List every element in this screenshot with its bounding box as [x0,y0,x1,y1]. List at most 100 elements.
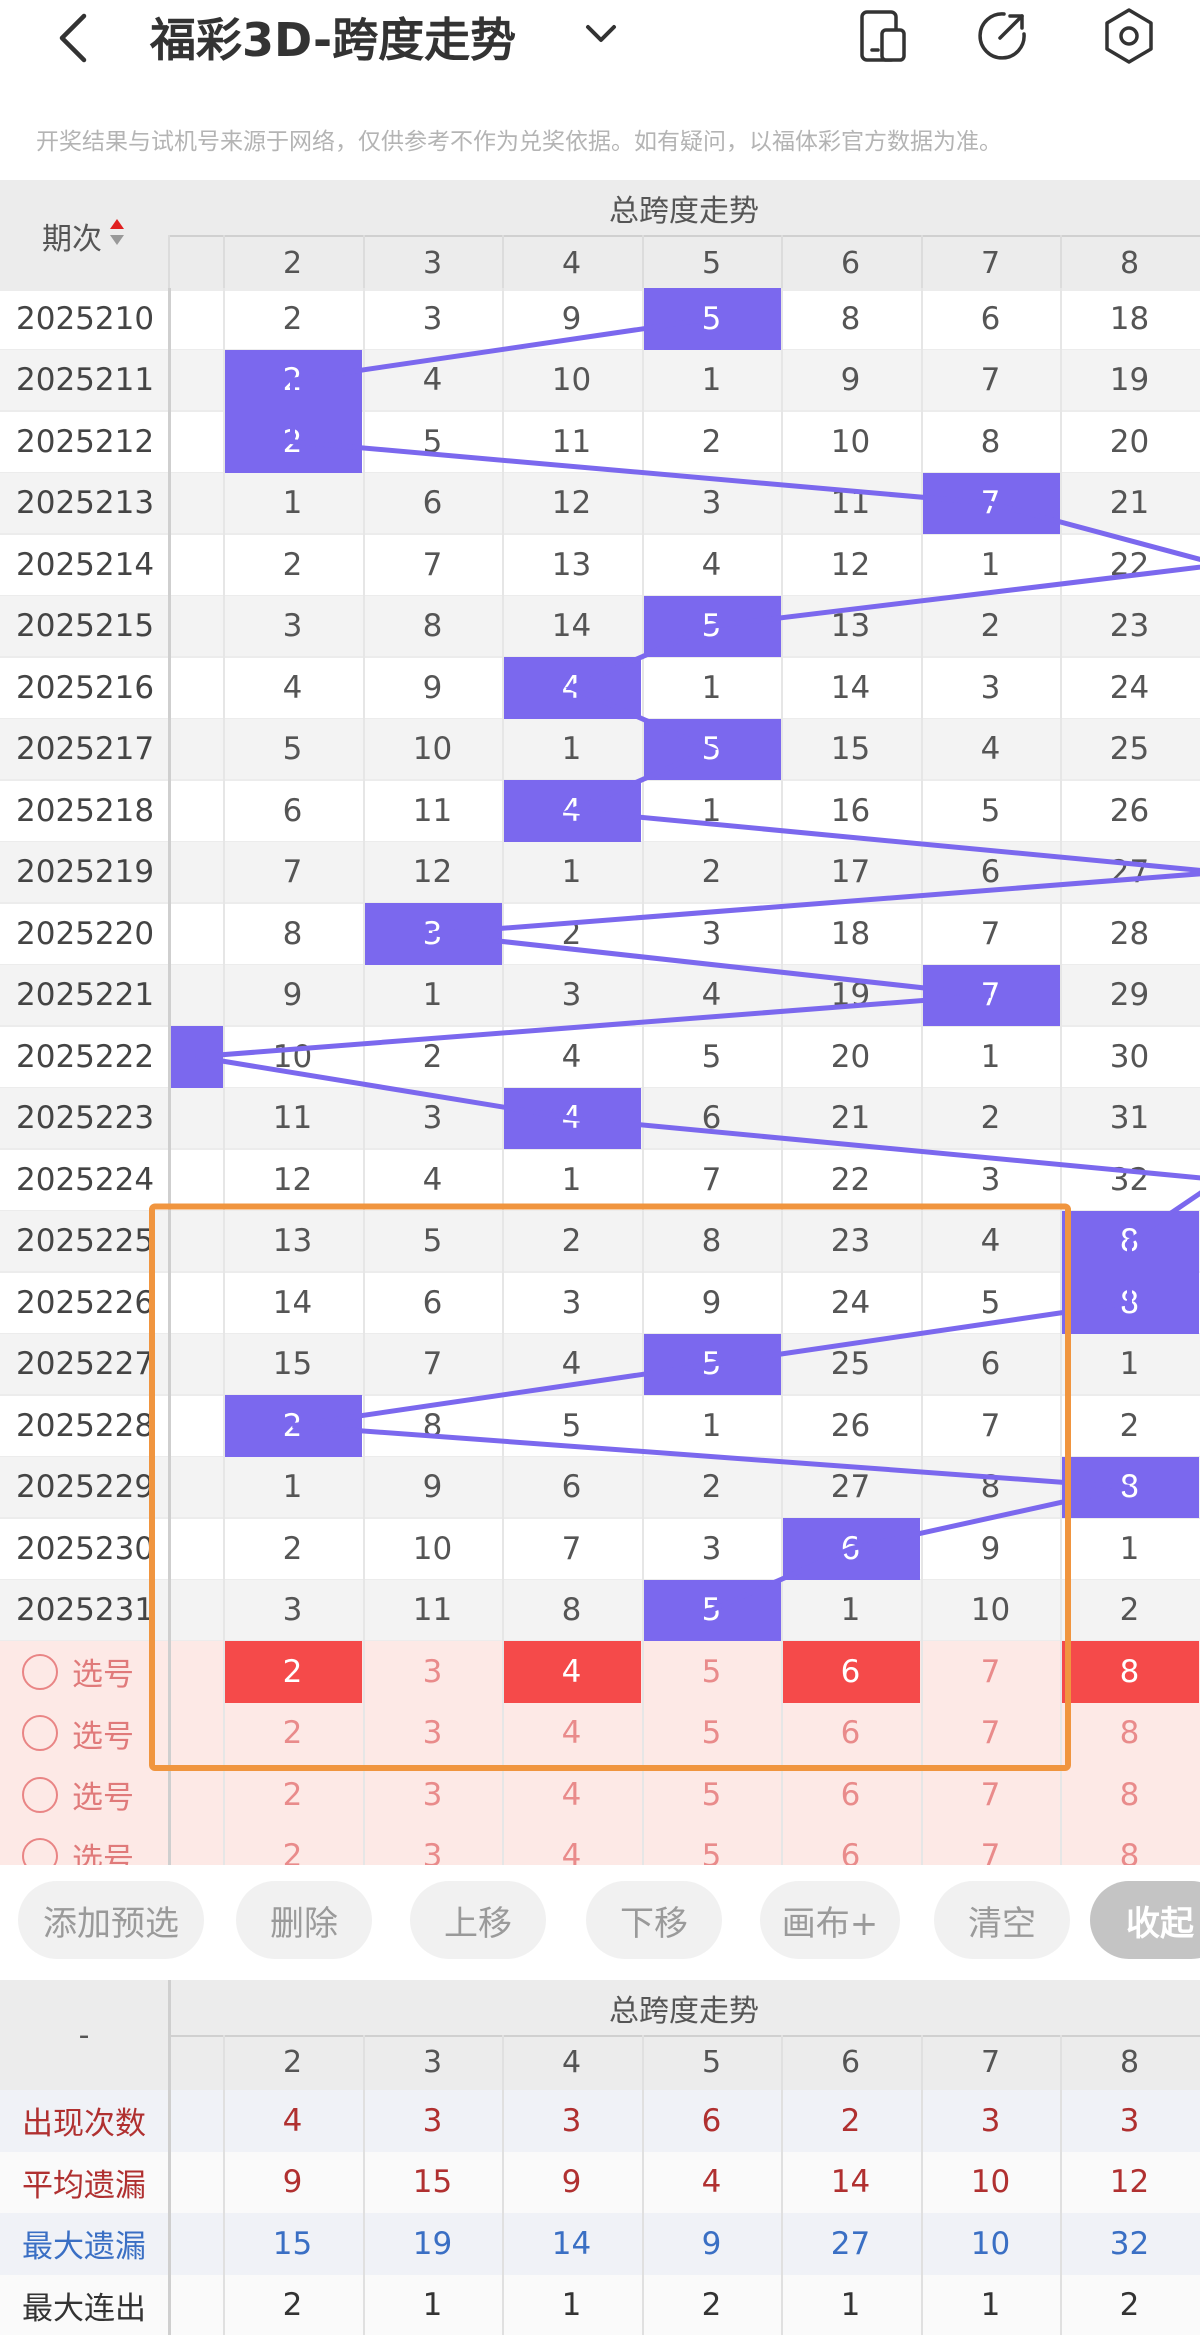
stats-cell: 15 [272,2225,313,2262]
period-cell: 2025229 [16,1469,155,1506]
trend-cell: 5 [980,792,1001,829]
period-cell: 2025213 [16,485,155,522]
trend-cell: 7 [282,854,303,891]
select-number-cell[interactable]: 3 [363,1764,502,1826]
select-number-cell[interactable]: 8 [1060,1826,1199,1865]
trend-cell: 21 [830,1100,871,1137]
trend-cell: 3 [980,669,1001,706]
select-number-cell[interactable]: 7 [921,1764,1060,1826]
select-number-cell[interactable]: 4 [502,1703,641,1765]
select-number-cell[interactable]: 2 [223,1703,362,1765]
trend-cell: 1 [282,1469,303,1506]
stats-period-divider [168,1980,171,2335]
share-icon[interactable] [974,8,1030,64]
trend-cell: 2 [282,546,303,583]
select-number-cell[interactable]: 3 [363,1703,502,1765]
trend-cell: 2 [980,608,1001,645]
select-number-cell[interactable]: 7 [921,1703,1060,1765]
period-cell: 2025210 [16,300,155,337]
sort-icon[interactable] [108,215,126,257]
col-divider [1060,235,1062,291]
select-number-cell[interactable]: 2 [223,1764,362,1826]
trend-cell: 8 [1060,1210,1199,1272]
canvas-plus-button[interactable]: 画布+ [760,1881,900,1959]
collapse-button[interactable]: 收起 [1090,1881,1200,1959]
select-number-cell[interactable]: 8 [1060,1703,1199,1765]
select-row-label[interactable]: 选号 [0,1826,168,1865]
trend-cell: 3 [561,1284,582,1321]
stats-col-divider [502,2035,504,2335]
select-number-cell[interactable]: 7 [921,1641,1060,1703]
select-number-cell[interactable]: 5 [642,1826,781,1865]
stats-column-header-4: 4 [561,2045,582,2080]
period-cell: 2025228 [16,1407,155,1444]
stats-col-divider [642,2035,644,2335]
select-number-cell[interactable]: 8 [1060,1641,1199,1703]
trend-cell: 5 [422,423,443,460]
trend-cell: 30 [1109,1038,1150,1075]
delete-button[interactable]: 删除 [236,1881,372,1959]
trend-cell: 6 [282,792,303,829]
select-number-cell[interactable]: 3 [363,1641,502,1703]
select-number-cell[interactable]: 4 [502,1826,641,1865]
select-number-cell[interactable]: 5 [642,1764,781,1826]
select-number-cell[interactable]: 5 [642,1703,781,1765]
trend-cell: 13 [830,608,871,645]
period-cell: 2025212 [16,423,155,460]
column-header-4: 4 [561,245,582,281]
select-row-label[interactable]: 选号 [0,1641,168,1703]
trend-cell: 8 [1060,1456,1199,1518]
select-number-cell[interactable]: 6 [781,1764,920,1826]
select-number-cell[interactable]: 8 [1060,1764,1199,1826]
trend-cell: 5 [561,1407,582,1444]
trend-cell: 17 [830,854,871,891]
trend-cell: 11 [830,485,871,522]
radio-circle-icon[interactable] [22,1838,58,1865]
select-number-cell[interactable]: 7 [921,1826,1060,1865]
stats-row-label: 最大遗漏 [22,2229,146,2266]
radio-circle-icon[interactable] [22,1653,58,1690]
select-row-label[interactable]: 选号 [0,1703,168,1765]
trend-cell: 3 [561,977,582,1014]
trend-cell: 7 [921,472,1060,534]
page-title[interactable]: 福彩3D-跨度走势 [150,4,516,70]
period-cell: 2025221 [16,977,155,1014]
trend-cell: 5 [642,595,781,657]
trend-cell: 3 [980,1161,1001,1198]
back-icon[interactable] [52,10,96,66]
trend-cell: 31 [1109,1100,1150,1137]
select-number-cell[interactable]: 6 [781,1641,920,1703]
trend-cell: 18 [830,915,871,952]
settings-icon[interactable] [1100,6,1158,66]
stats-cell: 3 [980,2102,1001,2139]
column-header-3: 3 [422,245,443,281]
clear-button[interactable]: 清空 [934,1881,1070,1959]
select-number-cell[interactable]: 6 [781,1703,920,1765]
stats-cell: 3 [1119,2102,1140,2139]
trend-cell: 2 [980,1100,1001,1137]
trend-cell: 3 [282,1592,303,1629]
select-number-cell[interactable]: 4 [502,1641,641,1703]
chevron-down-icon[interactable] [584,22,618,46]
period-cell: 2025218 [16,792,155,829]
trend-cell: 2 [1119,1407,1140,1444]
select-number-cell[interactable]: 4 [502,1764,641,1826]
select-number-cell[interactable]: 6 [781,1826,920,1865]
add-preselect-button[interactable]: 添加预选 [18,1881,204,1959]
select-row-label[interactable]: 选号 [0,1764,168,1826]
select-number-cell[interactable]: 2 [223,1641,362,1703]
select-number-cell[interactable]: 2 [223,1826,362,1865]
radio-circle-icon[interactable] [22,1715,58,1752]
trend-cell: 26 [1109,792,1150,829]
device-icon[interactable] [858,8,908,64]
radio-circle-icon[interactable] [22,1776,58,1813]
trend-cell: 27 [830,1469,871,1506]
select-number-cell[interactable]: 5 [642,1641,781,1703]
stats-corner: - [78,2017,90,2053]
period-header[interactable]: 期次 [0,180,168,291]
select-number-cell[interactable]: 3 [363,1826,502,1865]
move-down-button[interactable]: 下移 [586,1881,722,1959]
move-up-button[interactable]: 上移 [410,1881,546,1959]
trend-cell: 4 [422,1161,443,1198]
trend-cell: 7 [980,362,1001,399]
